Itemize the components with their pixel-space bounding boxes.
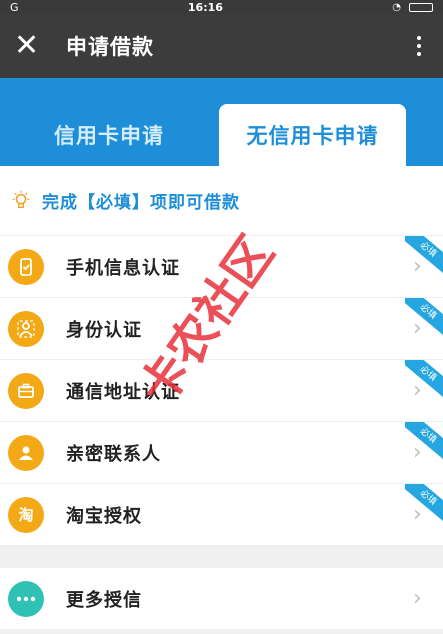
chevron-right-icon: › xyxy=(413,586,422,611)
page-title: 申请借款 xyxy=(66,35,154,59)
lightbulb-icon xyxy=(12,190,30,208)
contact-icon xyxy=(8,434,44,471)
notice-text: 完成【必填】项即可借款 xyxy=(42,193,240,213)
list-item-address-auth[interactable]: 通信地址认证 › 必填 xyxy=(0,360,443,422)
list-item-more-credit[interactable]: 更多授信 › xyxy=(0,568,443,630)
battery-icon xyxy=(409,2,433,12)
list-item-phone-auth[interactable]: 手机信息认证 › 必填 xyxy=(0,236,443,298)
more-options-icon[interactable] xyxy=(409,36,429,56)
signal-indicator: G xyxy=(10,0,19,14)
required-badge: 必填 xyxy=(405,360,443,398)
list-item-contacts[interactable]: 亲密联系人 › 必填 xyxy=(0,422,443,484)
required-notice: 完成【必填】项即可借款 xyxy=(0,166,443,236)
auth-list: 手机信息认证 › 必填 身份认证 › 必填 通信地址认证 › 必填 亲密联系人 … xyxy=(0,236,443,546)
taobao-icon: 淘 xyxy=(8,496,44,533)
more-dots-icon xyxy=(8,580,44,617)
list-item-taobao-auth[interactable]: 淘 淘宝授权 › 必填 xyxy=(0,484,443,546)
item-label: 手机信息认证 xyxy=(66,257,180,279)
item-label: 亲密联系人 xyxy=(66,443,161,465)
item-label: 淘宝授权 xyxy=(66,505,142,527)
required-badge: 必填 xyxy=(405,298,443,336)
more-list: 更多授信 › xyxy=(0,568,443,630)
wifi-icon: ◔ xyxy=(392,1,401,13)
tab-bar: 信用卡申请 无信用卡申请 xyxy=(0,78,443,166)
item-label: 身份认证 xyxy=(66,319,142,341)
item-label: 通信地址认证 xyxy=(66,381,180,403)
close-icon[interactable]: ✕ xyxy=(14,31,54,61)
list-item-identity-auth[interactable]: 身份认证 › 必填 xyxy=(0,298,443,360)
section-gap xyxy=(0,546,443,568)
tab-no-credit-card[interactable]: 无信用卡申请 xyxy=(219,104,406,166)
briefcase-icon xyxy=(8,372,44,409)
status-time: 16:16 xyxy=(187,0,223,14)
required-badge: 必填 xyxy=(405,236,443,274)
status-bar: G 16:16 ◔ xyxy=(0,0,443,14)
required-badge: 必填 xyxy=(405,422,443,460)
item-label: 更多授信 xyxy=(66,589,142,611)
required-badge: 必填 xyxy=(405,484,443,522)
tab-credit-card[interactable]: 信用卡申请 xyxy=(0,104,218,166)
phone-icon xyxy=(8,248,44,285)
id-card-icon xyxy=(8,310,44,347)
status-right: ◔ xyxy=(392,2,433,13)
title-bar: ✕ 申请借款 xyxy=(0,14,443,78)
